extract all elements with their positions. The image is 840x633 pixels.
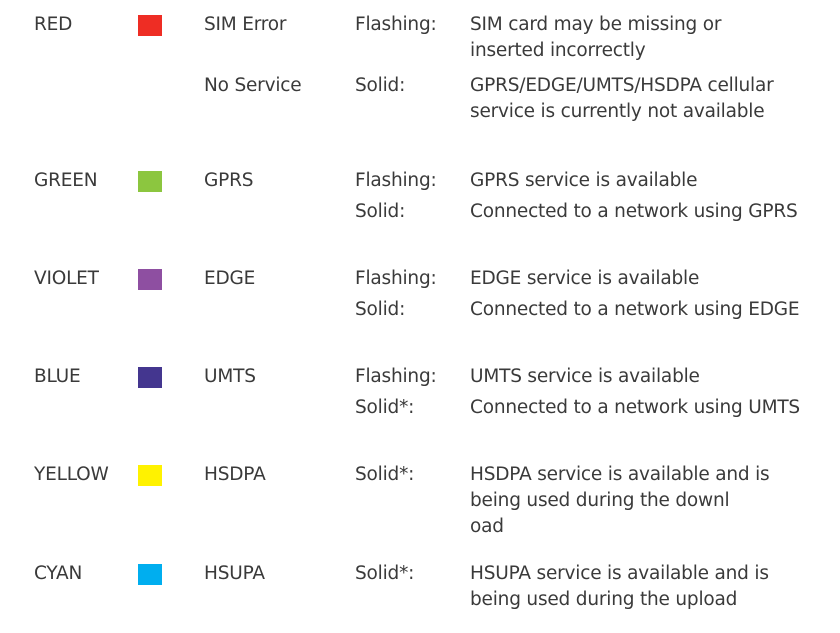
- mode-flashing: Flashing:: [355, 268, 437, 289]
- yellow-swatch: [138, 465, 162, 486]
- service-edge: EDGE: [204, 268, 256, 289]
- description-line: service is currently not available: [470, 101, 765, 122]
- description-line: HSUPA service is available and is: [470, 563, 769, 584]
- description-line: EDGE service is available: [470, 268, 700, 289]
- led-status-legend: RED SIM Error Flashing: SIM card may be …: [0, 0, 840, 633]
- description-line: being used during the upload: [470, 589, 738, 610]
- mode-solid: Solid:: [355, 201, 406, 222]
- description-line: SIM card may be missing or: [470, 14, 722, 35]
- description-line: Connected to a network using GPRS: [470, 201, 798, 222]
- description-line: GPRS/EDGE/UMTS/HSDPA cellular: [470, 75, 774, 96]
- description-line: HSDPA service is available and is: [470, 464, 770, 485]
- description-line: Connected to a network using UMTS: [470, 397, 800, 418]
- mode-solid: Solid*:: [355, 563, 415, 584]
- green-swatch: [138, 171, 162, 192]
- service-umts: UMTS: [204, 366, 256, 387]
- service-hsupa: HSUPA: [204, 563, 265, 584]
- color-name-yellow: YELLOW: [34, 464, 109, 485]
- service-no-service: No Service: [204, 75, 302, 96]
- mode-flashing: Flashing:: [355, 366, 437, 387]
- description-line: UMTS service is available: [470, 366, 700, 387]
- mode-flashing: Flashing:: [355, 170, 437, 191]
- service-gprs: GPRS: [204, 170, 254, 191]
- color-name-blue: BLUE: [34, 366, 81, 387]
- mode-solid: Solid*:: [355, 464, 415, 485]
- color-name-violet: VIOLET: [34, 268, 99, 289]
- mode-solid: Solid*:: [355, 397, 415, 418]
- color-name-cyan: CYAN: [34, 563, 83, 584]
- mode-flashing: Flashing:: [355, 14, 437, 35]
- mode-solid: Solid:: [355, 75, 406, 96]
- color-name-red: RED: [34, 14, 73, 35]
- service-sim-error: SIM Error: [204, 14, 287, 35]
- violet-swatch: [138, 269, 162, 290]
- mode-solid: Solid:: [355, 299, 406, 320]
- color-name-green: GREEN: [34, 170, 98, 191]
- description-line: Connected to a network using EDGE: [470, 299, 800, 320]
- description-line: GPRS service is available: [470, 170, 698, 191]
- red-swatch: [138, 15, 162, 36]
- service-hsdpa: HSDPA: [204, 464, 266, 485]
- description-line: inserted incorrectly: [470, 40, 646, 61]
- cyan-swatch: [138, 564, 162, 585]
- description-line: oad: [470, 516, 504, 537]
- blue-swatch: [138, 367, 162, 388]
- description-line: being used during the downl: [470, 490, 730, 511]
